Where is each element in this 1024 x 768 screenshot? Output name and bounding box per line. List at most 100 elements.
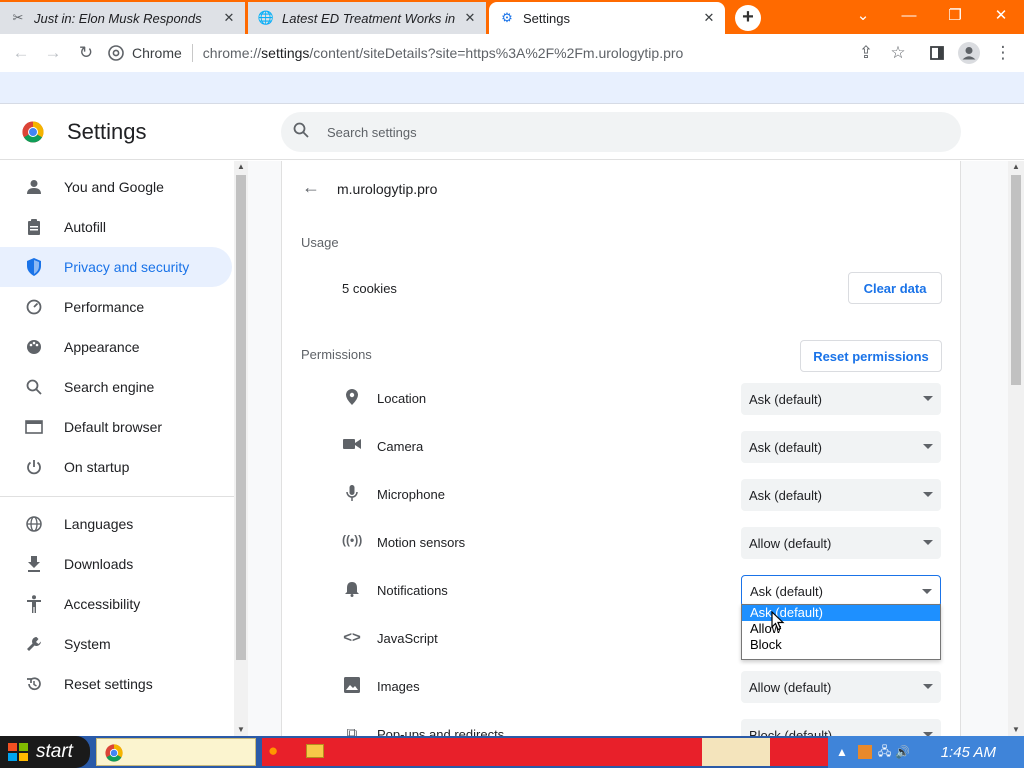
taskbar-quicklaunch: ●	[262, 738, 830, 766]
motion-sensor-icon: ((•))	[342, 533, 363, 547]
scroll-up-arrow-icon[interactable]: ▲	[1008, 161, 1024, 173]
back-arrow-icon[interactable]: ←	[302, 177, 320, 198]
scroll-up-arrow-icon[interactable]: ▲	[234, 161, 248, 173]
close-window-button[interactable]: ✕	[978, 0, 1024, 30]
images-select[interactable]: Allow (default)	[741, 671, 941, 703]
sidebar-item-default-browser[interactable]: Default browser	[0, 407, 232, 447]
chrome-chip-label: Chrome	[132, 45, 182, 61]
sidebar-item-label: Accessibility	[64, 596, 141, 612]
sidebar-item-downloads[interactable]: Downloads	[0, 544, 232, 584]
sidebar-item-accessibility[interactable]: Accessibility	[0, 584, 232, 624]
sidebar-item-you-and-google[interactable]: You and Google	[0, 167, 232, 207]
sidebar-item-label: Autofill	[64, 219, 107, 235]
restore-button[interactable]: ❐	[932, 0, 978, 30]
site-favicon-icon: ✂	[12, 10, 24, 25]
tab-title: Just in: Elon Musk Responds	[34, 10, 202, 26]
forward-icon[interactable]: →	[40, 40, 66, 66]
palette-icon	[24, 339, 44, 355]
tray-expand-icon[interactable]: ▲	[836, 745, 848, 759]
scrollbar-thumb[interactable]	[236, 175, 246, 660]
tab-ed-treatment[interactable]: 🌐 Latest ED Treatment Works in ✕	[248, 2, 486, 34]
taskbar-clock[interactable]: 1:45 AM	[941, 744, 996, 761]
sidebar-item-label: Reset settings	[64, 676, 153, 692]
permission-label: Images	[377, 679, 420, 694]
dropdown-option-block[interactable]: Block	[742, 637, 940, 653]
settings-header: Settings Search settings	[0, 104, 1024, 160]
chevron-down-icon	[923, 540, 933, 545]
accessibility-icon	[24, 595, 44, 613]
url-text: chrome://settings/content/siteDetails?si…	[202, 45, 684, 61]
tab-close-icon[interactable]: ✕	[460, 10, 480, 26]
settings-search-input[interactable]: Search settings	[281, 112, 961, 152]
firefox-icon[interactable]: ●	[268, 741, 278, 761]
notifications-select[interactable]: Ask (default)	[741, 575, 941, 607]
volume-icon[interactable]: 🔊	[895, 745, 910, 759]
tab-elon[interactable]: ✂ Just in: Elon Musk Responds ✕	[0, 2, 245, 34]
location-pin-icon	[342, 389, 362, 409]
image-icon	[342, 677, 362, 697]
taskbar-chrome-window[interactable]	[96, 738, 256, 766]
scroll-down-arrow-icon[interactable]: ▼	[1008, 724, 1024, 736]
menu-dots-icon[interactable]: ⋮	[990, 40, 1016, 66]
usage-heading: Usage	[301, 235, 339, 250]
share-icon[interactable]: ⇪	[853, 40, 879, 66]
chrome-icon	[108, 45, 124, 61]
profile-avatar-icon[interactable]	[956, 40, 982, 66]
settings-sidebar: You and Google Autofill Privacy and secu…	[0, 161, 234, 736]
tab-search-icon[interactable]: ⌄	[840, 0, 886, 30]
sidebar-item-reset-settings[interactable]: Reset settings	[0, 664, 232, 704]
sidebar-item-privacy-and-security[interactable]: Privacy and security	[0, 247, 232, 287]
bookmark-star-icon[interactable]: ☆	[885, 40, 911, 66]
side-panel-icon[interactable]	[924, 40, 950, 66]
permission-label: Location	[377, 391, 427, 406]
sidebar-item-label: Search engine	[64, 379, 155, 395]
chevron-down-icon	[923, 492, 933, 497]
clear-data-button[interactable]: Clear data	[848, 272, 942, 304]
microphone-icon	[342, 485, 362, 505]
back-icon[interactable]: ←	[8, 40, 34, 66]
scrollbar-thumb[interactable]	[1011, 175, 1021, 385]
new-tab-button[interactable]: +	[735, 5, 761, 31]
settings-title: Settings	[67, 119, 147, 144]
sidebar-item-on-startup[interactable]: On startup	[0, 447, 232, 487]
sidebar-item-autofill[interactable]: Autofill	[0, 207, 232, 247]
motion-sensors-select[interactable]: Allow (default)	[741, 527, 941, 559]
sidebar-item-label: System	[64, 636, 111, 652]
scroll-down-arrow-icon[interactable]: ▼	[234, 724, 248, 736]
sidebar-item-label: On startup	[64, 459, 130, 475]
address-bar[interactable]: Chrome chrome://settings/content/siteDet…	[108, 38, 848, 68]
search-placeholder: Search settings	[327, 124, 417, 140]
tray-app-icon[interactable]	[857, 745, 872, 759]
shield-icon	[24, 258, 44, 276]
person-icon	[24, 179, 44, 195]
permission-row-motion-sensors: ((•)) Motion sensors Allow (default)	[282, 519, 962, 567]
tab-close-icon[interactable]: ✕	[699, 10, 719, 26]
search-icon	[24, 379, 44, 395]
network-icon[interactable]: 🖧	[878, 742, 891, 763]
tab-close-icon[interactable]: ✕	[219, 10, 239, 26]
main-scrollbar[interactable]: ▲ ▼	[1008, 161, 1024, 736]
permission-row-microphone: Microphone Ask (default)	[282, 471, 962, 519]
chevron-down-icon	[923, 684, 933, 689]
reset-permissions-button[interactable]: Reset permissions	[800, 340, 942, 372]
location-select[interactable]: Ask (default)	[741, 383, 941, 415]
reload-icon[interactable]: ↻	[73, 40, 99, 66]
permission-label: Notifications	[377, 583, 448, 598]
chevron-down-icon	[922, 589, 932, 594]
tab-settings[interactable]: ⚙ Settings ✕	[489, 2, 725, 34]
sidebar-item-system[interactable]: System	[0, 624, 232, 664]
sidebar-item-label: Appearance	[64, 339, 140, 355]
camera-select[interactable]: Ask (default)	[741, 431, 941, 463]
folder-icon[interactable]	[306, 744, 324, 758]
taskbar-thumbnail	[702, 738, 770, 766]
sidebar-scrollbar[interactable]: ▲ ▼	[234, 161, 248, 736]
minimize-button[interactable]: —	[886, 0, 932, 30]
start-button[interactable]: start	[0, 736, 90, 768]
windows-flag-icon	[8, 743, 28, 761]
sidebar-item-search-engine[interactable]: Search engine	[0, 367, 232, 407]
sidebar-item-appearance[interactable]: Appearance	[0, 327, 232, 367]
permission-label: JavaScript	[377, 631, 438, 646]
sidebar-item-languages[interactable]: Languages	[0, 504, 232, 544]
sidebar-item-performance[interactable]: Performance	[0, 287, 232, 327]
microphone-select[interactable]: Ask (default)	[741, 479, 941, 511]
